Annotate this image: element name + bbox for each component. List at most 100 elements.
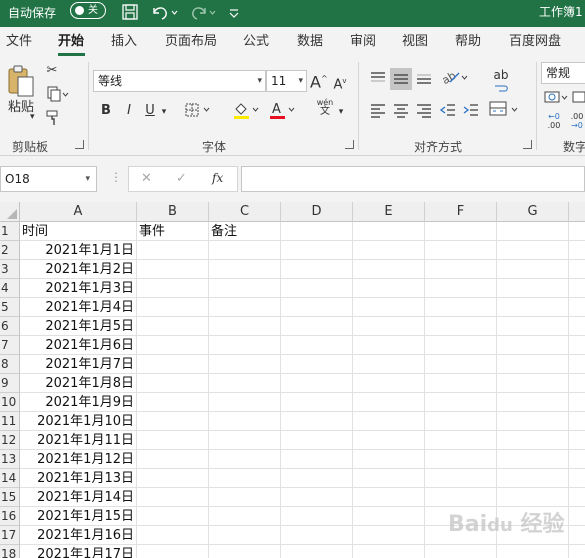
cell-a17[interactable]: 2021年1月16日 [20, 526, 137, 545]
wrap-text-icon[interactable]: ab [490, 66, 512, 92]
cell-a8[interactable]: 2021年1月7日 [20, 355, 137, 374]
align-bottom-icon[interactable] [414, 70, 434, 92]
align-left-icon[interactable] [368, 102, 388, 124]
alignment-launcher-icon[interactable] [523, 140, 532, 149]
increase-indent-icon[interactable] [461, 102, 481, 124]
cell-a3[interactable]: 2021年1月2日 [20, 260, 137, 279]
row-header[interactable]: 2 [0, 241, 20, 260]
borders-icon[interactable] [184, 102, 214, 124]
tab-insert[interactable]: 插入 [111, 33, 137, 50]
drag-handle-icon[interactable]: ⋮ [110, 170, 122, 184]
cell-c1[interactable]: 备注 [209, 222, 281, 241]
underline-dropdown-icon[interactable]: ▾ [159, 103, 169, 121]
insert-function-icon[interactable]: fx [212, 171, 223, 185]
cell-a15[interactable]: 2021年1月14日 [20, 488, 137, 507]
column-header-e[interactable]: E [353, 202, 425, 222]
align-center-icon[interactable] [391, 102, 411, 124]
cell-a16[interactable]: 2021年1月15日 [20, 507, 137, 526]
tab-home[interactable]: 开始 [58, 33, 84, 50]
merge-center-icon[interactable] [488, 100, 524, 124]
cell-a9[interactable]: 2021年1月8日 [20, 374, 137, 393]
row-header[interactable]: 1 [0, 222, 20, 241]
row-header[interactable]: 5 [0, 298, 20, 317]
tab-view[interactable]: 视图 [402, 33, 428, 50]
tab-baidu-netdisk[interactable]: 百度网盘 [509, 33, 561, 50]
row-header[interactable]: 12 [0, 431, 20, 450]
paste-dropdown-icon[interactable]: ▾ [30, 112, 35, 122]
cancel-icon[interactable]: ✕ [141, 171, 152, 186]
cell-a4[interactable]: 2021年1月3日 [20, 279, 137, 298]
cell-a18[interactable]: 2021年1月17日 [20, 545, 137, 558]
cell-a11[interactable]: 2021年1月10日 [20, 412, 137, 431]
name-box[interactable]: O18 ▾ [0, 166, 97, 192]
row-header[interactable]: 18 [0, 545, 20, 558]
row-header[interactable]: 17 [0, 526, 20, 545]
tab-help[interactable]: 帮助 [455, 33, 481, 50]
row-header[interactable]: 13 [0, 450, 20, 469]
decrease-indent-icon[interactable] [438, 102, 458, 124]
column-header-a[interactable]: A [20, 202, 137, 222]
redo-icon[interactable] [189, 3, 217, 23]
shrink-font-icon[interactable]: Av [332, 72, 348, 94]
decrease-decimal-icon[interactable]: ←0.00 [543, 112, 565, 130]
cell-a7[interactable]: 2021年1月6日 [20, 336, 137, 355]
number-format-select[interactable]: 常规 [541, 62, 585, 84]
copy-icon[interactable] [44, 86, 72, 108]
row-header[interactable]: 15 [0, 488, 20, 507]
row-header[interactable]: 4 [0, 279, 20, 298]
tab-review[interactable]: 审阅 [350, 33, 376, 50]
font-color-icon[interactable]: A [268, 100, 298, 126]
cell-b1[interactable]: 事件 [137, 222, 209, 241]
font-name-select[interactable]: 等线 ▾ [93, 70, 266, 92]
select-all-button[interactable] [0, 202, 20, 222]
tab-data[interactable]: 数据 [297, 33, 323, 50]
clipboard-launcher-icon[interactable] [75, 140, 84, 149]
percent-style-icon[interactable] [572, 88, 585, 112]
font-launcher-icon[interactable] [345, 140, 354, 149]
grow-font-icon[interactable]: A^ [310, 70, 328, 91]
autosave-toggle[interactable]: 关 [70, 2, 106, 19]
row-header[interactable]: 10 [0, 393, 20, 412]
align-right-icon[interactable] [414, 102, 434, 124]
cell-a5[interactable]: 2021年1月4日 [20, 298, 137, 317]
row-header[interactable]: 6 [0, 317, 20, 336]
cell-a6[interactable]: 2021年1月5日 [20, 317, 137, 336]
cell-a10[interactable]: 2021年1月9日 [20, 393, 137, 412]
italic-button[interactable]: I [123, 102, 135, 120]
formula-input[interactable] [241, 166, 585, 192]
row-header[interactable]: 9 [0, 374, 20, 393]
tab-page-layout[interactable]: 页面布局 [165, 33, 217, 50]
align-top-icon[interactable] [368, 70, 388, 92]
customize-quick-access-icon[interactable] [228, 3, 240, 23]
row-header[interactable]: 14 [0, 469, 20, 488]
bold-button[interactable]: B [100, 102, 112, 120]
fill-color-icon[interactable] [232, 100, 262, 126]
row-header[interactable]: 16 [0, 507, 20, 526]
align-middle-icon[interactable] [390, 68, 412, 90]
row-header[interactable]: 7 [0, 336, 20, 355]
cell-a13[interactable]: 2021年1月12日 [20, 450, 137, 469]
column-header-g[interactable]: G [497, 202, 569, 222]
enter-icon[interactable]: ✓ [176, 171, 187, 186]
save-icon[interactable] [121, 3, 139, 23]
cell-a14[interactable]: 2021年1月13日 [20, 469, 137, 488]
cell-a2[interactable]: 2021年1月1日 [20, 241, 137, 260]
column-header-d[interactable]: D [281, 202, 353, 222]
orientation-icon[interactable]: ab [440, 68, 470, 92]
undo-icon[interactable] [150, 3, 178, 23]
tab-formulas[interactable]: 公式 [243, 33, 269, 50]
column-header-b[interactable]: B [137, 202, 209, 222]
column-header-c[interactable]: C [209, 202, 281, 222]
format-painter-icon[interactable] [44, 110, 62, 132]
phonetic-dropdown-icon[interactable]: ▾ [336, 103, 346, 121]
phonetic-guide-icon[interactable]: wén 文 [314, 98, 336, 117]
increase-decimal-icon[interactable]: .00 →0 [567, 112, 585, 130]
tab-file[interactable]: 文件 [6, 33, 32, 50]
column-header-f[interactable]: F [425, 202, 497, 222]
row-header[interactable]: 11 [0, 412, 20, 431]
accounting-format-icon[interactable] [543, 88, 569, 112]
font-size-select[interactable]: 11 ▾ [266, 70, 307, 92]
row-header[interactable]: 8 [0, 355, 20, 374]
cell-a1[interactable]: 时间 [20, 222, 137, 241]
cell-a12[interactable]: 2021年1月11日 [20, 431, 137, 450]
